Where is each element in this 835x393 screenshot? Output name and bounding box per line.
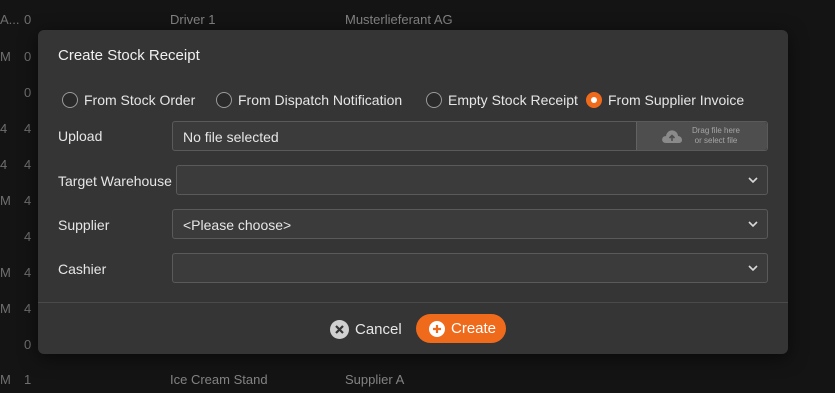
cashier-label: Cashier [58,261,107,277]
radio-circle[interactable] [216,92,232,108]
dialog-title: Create Stock Receipt [58,47,200,64]
target-warehouse-label: Target Warehouse [58,173,172,189]
plus-circle-icon [429,320,445,337]
supplier-label: Supplier [58,217,110,233]
radio-label: From Stock Order [84,92,196,108]
radio-label: Empty Stock Receipt [448,92,578,108]
radio-from-dispatch-notification[interactable]: From Dispatch Notification [216,90,402,110]
cancel-button[interactable]: Cancel [330,318,402,340]
supplier-select[interactable]: <Please choose> [172,209,768,239]
drop-hint: Drag file here or select file [687,126,745,146]
upload-label: Upload [58,128,103,144]
radio-empty-stock-receipt[interactable]: Empty Stock Receipt [426,90,578,110]
radio-circle[interactable] [62,92,78,108]
radio-from-stock-order[interactable]: From Stock Order [62,90,195,110]
drop-file-zone[interactable]: Drag file here or select file [636,122,767,150]
cloud-upload-icon [662,130,682,143]
close-circle-icon [330,319,349,339]
cancel-label: Cancel [355,320,402,338]
footer-divider [38,302,788,303]
upload-field[interactable]: No file selected Drag file here or selec… [172,121,768,151]
chevron-down-icon [748,177,758,184]
radio-label: From Dispatch Notification [238,92,403,108]
radio-circle-selected[interactable] [586,92,602,108]
cashier-select[interactable] [172,253,768,283]
radio-from-supplier-invoice[interactable]: From Supplier Invoice [586,90,744,110]
chevron-down-icon [748,221,758,228]
create-button[interactable]: Create [416,314,506,343]
create-label: Create [451,320,497,337]
radio-circle[interactable] [426,92,442,108]
target-warehouse-select[interactable] [176,165,768,195]
select-value: <Please choose> [183,217,292,233]
chevron-down-icon [748,265,758,272]
radio-label: From Supplier Invoice [608,92,745,108]
create-stock-receipt-dialog: Create Stock Receipt From Stock Order Fr… [38,30,788,354]
upload-file-name: No file selected [183,129,279,145]
drop-hint-line: or select file [694,136,738,145]
drop-hint-line: Drag file here [691,126,741,135]
